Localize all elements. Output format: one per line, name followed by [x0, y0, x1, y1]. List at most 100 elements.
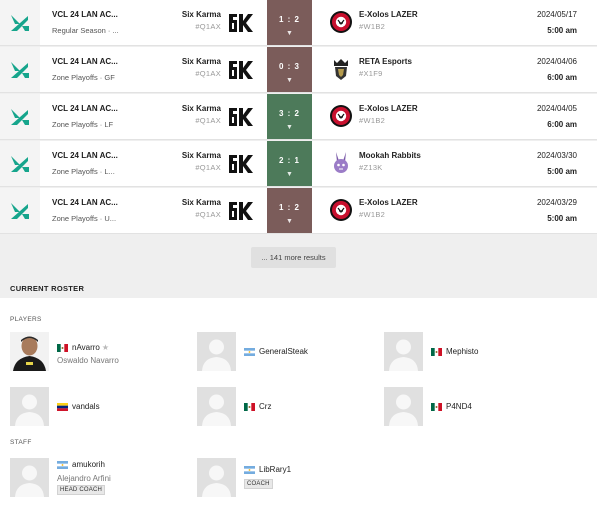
argentina-flag-icon — [244, 347, 255, 356]
player-handle[interactable]: nAvarro — [72, 343, 100, 352]
mexico-flag-icon — [431, 347, 442, 356]
captain-star-icon: ★ — [101, 343, 110, 352]
match-row[interactable]: VCL 24 LAN AC... Zone Playoffs · LF Six K… — [0, 94, 597, 140]
staff-card[interactable]: amukorih Alejandro Arfini HEAD COACH — [10, 458, 180, 498]
score-box[interactable]: 1 : 2 ▼ — [267, 0, 312, 46]
mexico-flag-icon — [431, 402, 442, 411]
staff-label: STAFF — [10, 439, 32, 446]
caret-down-icon: ▼ — [286, 124, 293, 131]
player-handle[interactable]: P4ND4 — [446, 402, 472, 411]
more-results-button[interactable]: ... 141 more results — [251, 247, 336, 268]
player-card[interactable]: GeneralSteak — [197, 332, 367, 372]
team2-name[interactable]: E-Xolos LAZER — [359, 198, 469, 207]
team1-name[interactable]: Six Karma — [150, 198, 221, 207]
players-label: PLAYERS — [10, 316, 42, 323]
score-text: 3 : 2 — [278, 109, 300, 118]
role-badge: COACH — [244, 479, 273, 489]
score-text: 0 : 3 — [278, 62, 300, 71]
team2-name[interactable]: E-Xolos LAZER — [359, 10, 469, 19]
match-date: 2024/04/05 — [536, 104, 577, 113]
match-date: 2024/05/17 — [536, 10, 577, 19]
caret-down-icon: ▼ — [286, 30, 293, 37]
match-row[interactable]: VCL 24 LAN AC... Zone Playoffs · GF Six K… — [0, 47, 597, 93]
avatar-placeholder-icon[interactable] — [384, 387, 423, 426]
score-box[interactable]: 3 : 2 ▼ — [267, 94, 312, 140]
team2-name[interactable]: RETA Esports — [359, 57, 469, 66]
mexico-flag-icon — [244, 402, 255, 411]
match-date: 2024/03/29 — [536, 198, 577, 207]
team2-tag: #Z13K — [359, 163, 383, 172]
caret-down-icon: ▼ — [286, 77, 293, 84]
avatar-placeholder-icon[interactable] — [197, 387, 236, 426]
reta-logo-icon — [329, 56, 353, 82]
avatar-placeholder-icon[interactable] — [197, 458, 236, 497]
score-box[interactable]: 2 : 1 ▼ — [267, 141, 312, 187]
team2-name[interactable]: Mookah Rabbits — [359, 151, 469, 160]
match-date: 2024/04/06 — [536, 57, 577, 66]
six-karma-logo-icon — [228, 105, 254, 129]
staff-card[interactable]: LibRary1 COACH — [197, 458, 367, 498]
valorant-icon — [0, 188, 40, 234]
staff-handle[interactable]: amukorih — [72, 460, 105, 469]
avatar-placeholder-icon[interactable] — [197, 332, 236, 371]
valorant-icon — [0, 141, 40, 187]
match-row[interactable]: VCL 24 LAN AC... Regular Season · ... Six… — [0, 0, 597, 46]
match-row[interactable]: VCL 24 LAN AC... Zone Playoffs · U... Six… — [0, 188, 597, 234]
team2-tag: #X1F9 — [359, 69, 383, 78]
match-time: 5:00 am — [547, 167, 577, 176]
score-text: 1 : 2 — [278, 15, 300, 24]
player-handle[interactable]: vandals — [72, 402, 100, 411]
match-time: 6:00 am — [547, 73, 577, 82]
avatar-placeholder-icon[interactable] — [10, 387, 49, 426]
six-karma-logo-icon — [228, 152, 254, 176]
team1-tag: #Q1AX — [195, 210, 221, 219]
player-handle[interactable]: Mephisto — [446, 347, 478, 356]
match-date: 2024/03/30 — [536, 151, 577, 160]
team1-name[interactable]: Six Karma — [150, 104, 221, 113]
six-karma-logo-icon — [228, 58, 254, 82]
team2-tag: #W1B2 — [359, 22, 386, 31]
team1-name[interactable]: Six Karma — [150, 151, 221, 160]
player-photo[interactable] — [10, 332, 49, 371]
team1-name[interactable]: Six Karma — [150, 10, 221, 19]
team1-name[interactable]: Six Karma — [150, 57, 221, 66]
player-card[interactable]: nAvarro ★ Oswaldo Navarro — [10, 332, 180, 372]
team2-tag: #W1B2 — [359, 210, 386, 219]
valorant-icon — [0, 0, 40, 46]
score-box[interactable]: 1 : 2 ▼ — [267, 188, 312, 234]
team1-tag: #Q1AX — [195, 163, 221, 172]
venezuela-flag-icon — [57, 402, 68, 411]
player-card[interactable]: Mephisto — [384, 332, 554, 372]
score-box[interactable]: 0 : 3 ▼ — [267, 47, 312, 93]
score-text: 1 : 2 — [278, 203, 300, 212]
player-handle[interactable]: GeneralSteak — [259, 347, 308, 356]
match-time: 5:00 am — [547, 214, 577, 223]
player-real-name: Oswaldo Navarro — [57, 356, 119, 365]
argentina-flag-icon — [57, 460, 68, 469]
player-card[interactable]: P4ND4 — [384, 387, 554, 427]
match-row[interactable]: VCL 24 LAN AC... Zone Playoffs · L... Six… — [0, 141, 597, 187]
role-badge: HEAD COACH — [57, 485, 106, 495]
team1-tag: #Q1AX — [195, 69, 221, 78]
score-text: 2 : 1 — [278, 156, 300, 165]
avatar-placeholder-icon[interactable] — [384, 332, 423, 371]
avatar-placeholder-icon[interactable] — [10, 458, 49, 497]
match-time: 6:00 am — [547, 120, 577, 129]
xolos-logo-icon — [329, 9, 353, 35]
team1-tag: #Q1AX — [195, 22, 221, 31]
team2-name[interactable]: E-Xolos LAZER — [359, 104, 469, 113]
roster-panel: PLAYERS nAvarro ★ Oswaldo Navarro Genera… — [0, 298, 597, 511]
staff-handle[interactable]: LibRary1 — [259, 465, 291, 474]
valorant-icon — [0, 94, 40, 140]
team2-tag: #W1B2 — [359, 116, 386, 125]
xolos-logo-icon — [329, 197, 353, 223]
six-karma-logo-icon — [228, 199, 254, 223]
player-card[interactable]: vandals — [10, 387, 180, 427]
player-handle[interactable]: Crz — [259, 402, 271, 411]
caret-down-icon: ▼ — [286, 171, 293, 178]
roster-title: CURRENT ROSTER — [10, 284, 85, 293]
argentina-flag-icon — [244, 465, 255, 474]
player-card[interactable]: Crz — [197, 387, 367, 427]
six-karma-logo-icon — [228, 11, 254, 35]
mexico-flag-icon — [57, 343, 68, 352]
